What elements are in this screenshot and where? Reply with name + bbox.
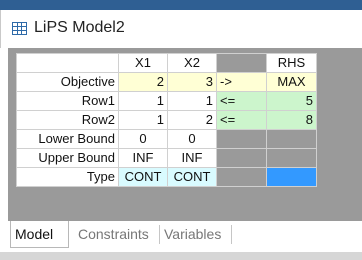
row-label-upper-bound[interactable]: Upper Bound: [16, 148, 119, 168]
column-header-rhs[interactable]: RHS: [266, 53, 317, 73]
row1-x1-cell[interactable]: 1: [118, 91, 168, 111]
lower-bound-empty-cell: [266, 129, 317, 149]
objective-x1-cell[interactable]: 2: [118, 72, 168, 92]
lower-bound-row: Lower Bound 0 0: [16, 129, 317, 149]
row1-rhs-cell[interactable]: 5: [266, 91, 317, 111]
row2-rhs-cell[interactable]: 8: [266, 110, 317, 130]
row1-relation-cell[interactable]: <=: [216, 91, 267, 111]
type-x2-cell[interactable]: CONT: [167, 167, 217, 187]
row2-x2-cell[interactable]: 2: [167, 110, 217, 130]
objective-row: Objective 2 3 -> MAX: [16, 72, 317, 92]
row-label-row1[interactable]: Row1: [16, 91, 119, 111]
upper-bound-x1-cell[interactable]: INF: [118, 148, 168, 168]
row2-x1-cell[interactable]: 1: [118, 110, 168, 130]
column-header-x1[interactable]: X1: [118, 53, 168, 73]
row-label-lower-bound[interactable]: Lower Bound: [16, 129, 119, 149]
tab-model[interactable]: Model: [10, 221, 69, 248]
header-row: X1 X2 RHS: [16, 53, 317, 73]
selected-cell[interactable]: [266, 167, 317, 187]
objective-x2-cell[interactable]: 3: [167, 72, 217, 92]
objective-direction-cell[interactable]: ->: [216, 72, 267, 92]
tab-constraints[interactable]: Constraints: [74, 221, 153, 248]
upper-bound-row: Upper Bound INF INF: [16, 148, 317, 168]
column-header-x2[interactable]: X2: [167, 53, 217, 73]
model-grid: X1 X2 RHS Objective 2 3 -> MAX Row1 1 1 …: [16, 53, 317, 187]
tab-variables[interactable]: Variables: [160, 221, 225, 248]
objective-sense-cell[interactable]: MAX: [266, 72, 317, 92]
spreadsheet-grid-icon: [12, 22, 27, 35]
upper-bound-empty-cell: [266, 148, 317, 168]
relation-column-header: [216, 53, 267, 73]
window-bottom-edge: [0, 252, 362, 260]
window-top-edge: [0, 0, 362, 10]
row2-row: Row2 1 2 <= 8: [16, 110, 317, 130]
row2-relation-cell[interactable]: <=: [216, 110, 267, 130]
type-row: Type CONT CONT: [16, 167, 317, 187]
tab-bar: Model Constraints Variables: [8, 221, 362, 252]
upper-bound-x2-cell[interactable]: INF: [167, 148, 217, 168]
row1-row: Row1 1 1 <= 5: [16, 91, 317, 111]
grid-corner: [16, 53, 119, 73]
row-label-type[interactable]: Type: [16, 167, 119, 187]
type-empty-cell: [216, 167, 267, 187]
window-title: LiPS Model2: [34, 19, 125, 36]
lower-bound-x1-cell[interactable]: 0: [118, 129, 168, 149]
upper-bound-empty-cell: [216, 148, 267, 168]
row-label-objective[interactable]: Objective: [16, 72, 119, 92]
row1-x2-cell[interactable]: 1: [167, 91, 217, 111]
lower-bound-x2-cell[interactable]: 0: [167, 129, 217, 149]
row-label-row2[interactable]: Row2: [16, 110, 119, 130]
type-x1-cell[interactable]: CONT: [118, 167, 168, 187]
model-grid-area: X1 X2 RHS Objective 2 3 -> MAX Row1 1 1 …: [8, 48, 362, 221]
tab-separator: [231, 225, 232, 244]
lower-bound-empty-cell: [216, 129, 267, 149]
title-bar: LiPS Model2: [0, 10, 362, 48]
